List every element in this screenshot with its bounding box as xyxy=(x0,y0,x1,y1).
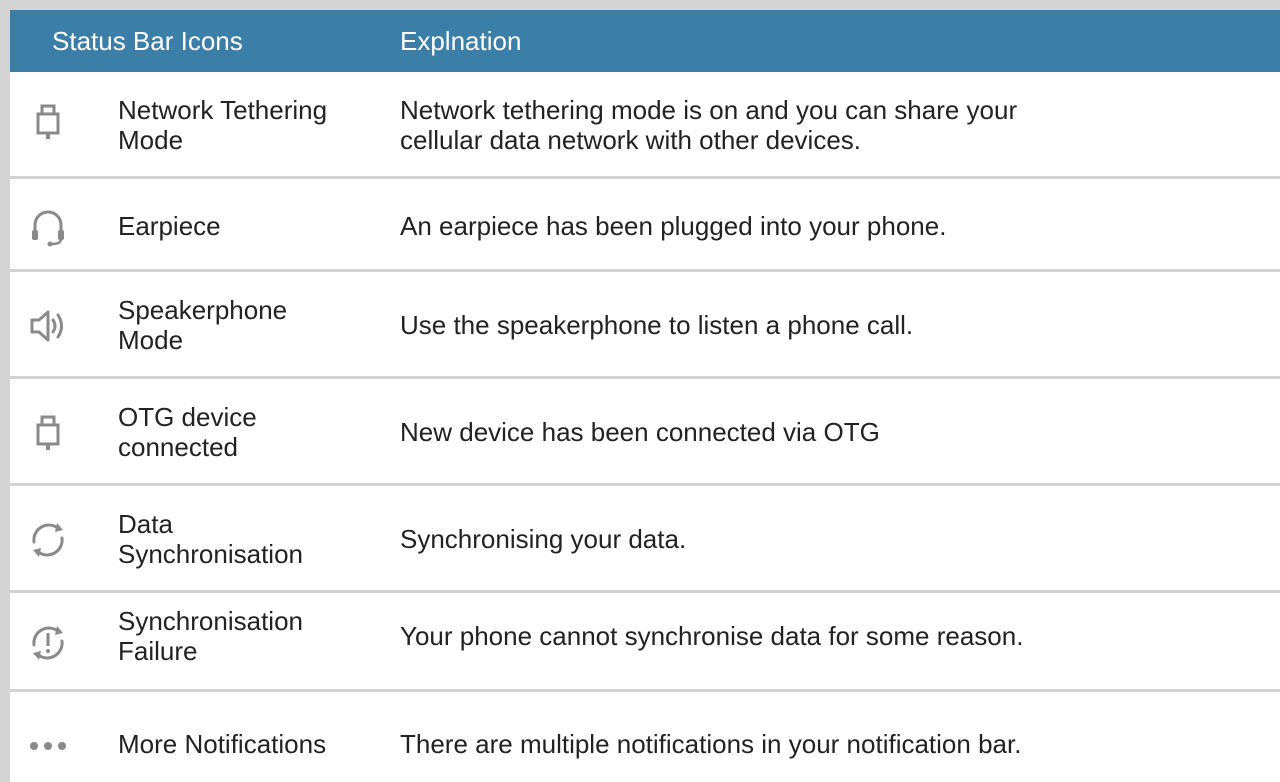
row-name-line: connected xyxy=(118,432,238,462)
row-desc-line: Synchronising your data. xyxy=(400,524,687,554)
row-desc-line: There are multiple notifications in your… xyxy=(400,729,1022,759)
table-row: Network Tethering Mode Network tethering… xyxy=(10,72,1280,179)
row-name-line: Mode xyxy=(118,125,184,155)
speaker-icon xyxy=(26,304,70,348)
table-header: Status Bar Icons Explnation xyxy=(10,10,1280,72)
row-name-line: Failure xyxy=(118,636,198,666)
row-name-line: Synchronisation xyxy=(118,539,303,569)
row-name-line: More Notifications xyxy=(118,729,327,759)
row-name-line: Data xyxy=(118,509,173,539)
row-desc-line: Network tethering mode is on and you can… xyxy=(400,95,1018,125)
headset-icon xyxy=(26,205,70,249)
row-name-line: Network Tethering xyxy=(118,95,328,125)
table-row: Data Synchronisation Synchronising your … xyxy=(10,486,1280,593)
header-status-bar-icons: Status Bar Icons xyxy=(52,26,243,56)
sync-icon xyxy=(26,518,70,562)
left-border xyxy=(0,0,10,782)
row-name-line: Synchronisation xyxy=(118,606,303,636)
table-row: More Notifications There are multiple no… xyxy=(10,692,1280,782)
usb-plug-icon xyxy=(26,100,70,144)
more-dots-icon xyxy=(26,724,70,768)
row-desc-line: cellular data network with other devices… xyxy=(400,125,862,155)
row-name-line: Earpiece xyxy=(118,211,221,241)
row-desc-line: Your phone cannot synchronise data for s… xyxy=(400,621,1024,651)
table-row: OTG device connected New device has been… xyxy=(10,379,1280,486)
row-name-line: Mode xyxy=(118,325,184,355)
table-row: Earpiece An earpiece has been plugged in… xyxy=(10,179,1280,272)
header-explanation: Explnation xyxy=(400,26,522,56)
top-border xyxy=(0,0,1280,10)
status-bar-icons-table: Status Bar Icons Explnation Network Teth… xyxy=(0,0,1280,782)
row-name-line: OTG device xyxy=(118,402,257,432)
table-row: Speakerphone Mode Use the speakerphone t… xyxy=(10,272,1280,379)
row-name-line: Speakerphone xyxy=(118,295,288,325)
row-desc-line: An earpiece has been plugged into your p… xyxy=(400,211,947,241)
usb-plug-icon xyxy=(26,411,70,455)
sync-failure-icon xyxy=(26,621,70,665)
table-row: Synchronisation Failure Your phone canno… xyxy=(10,593,1280,692)
row-desc-line: Use the speakerphone to listen a phone c… xyxy=(400,310,914,340)
row-desc-line: New device has been connected via OTG xyxy=(400,417,880,447)
